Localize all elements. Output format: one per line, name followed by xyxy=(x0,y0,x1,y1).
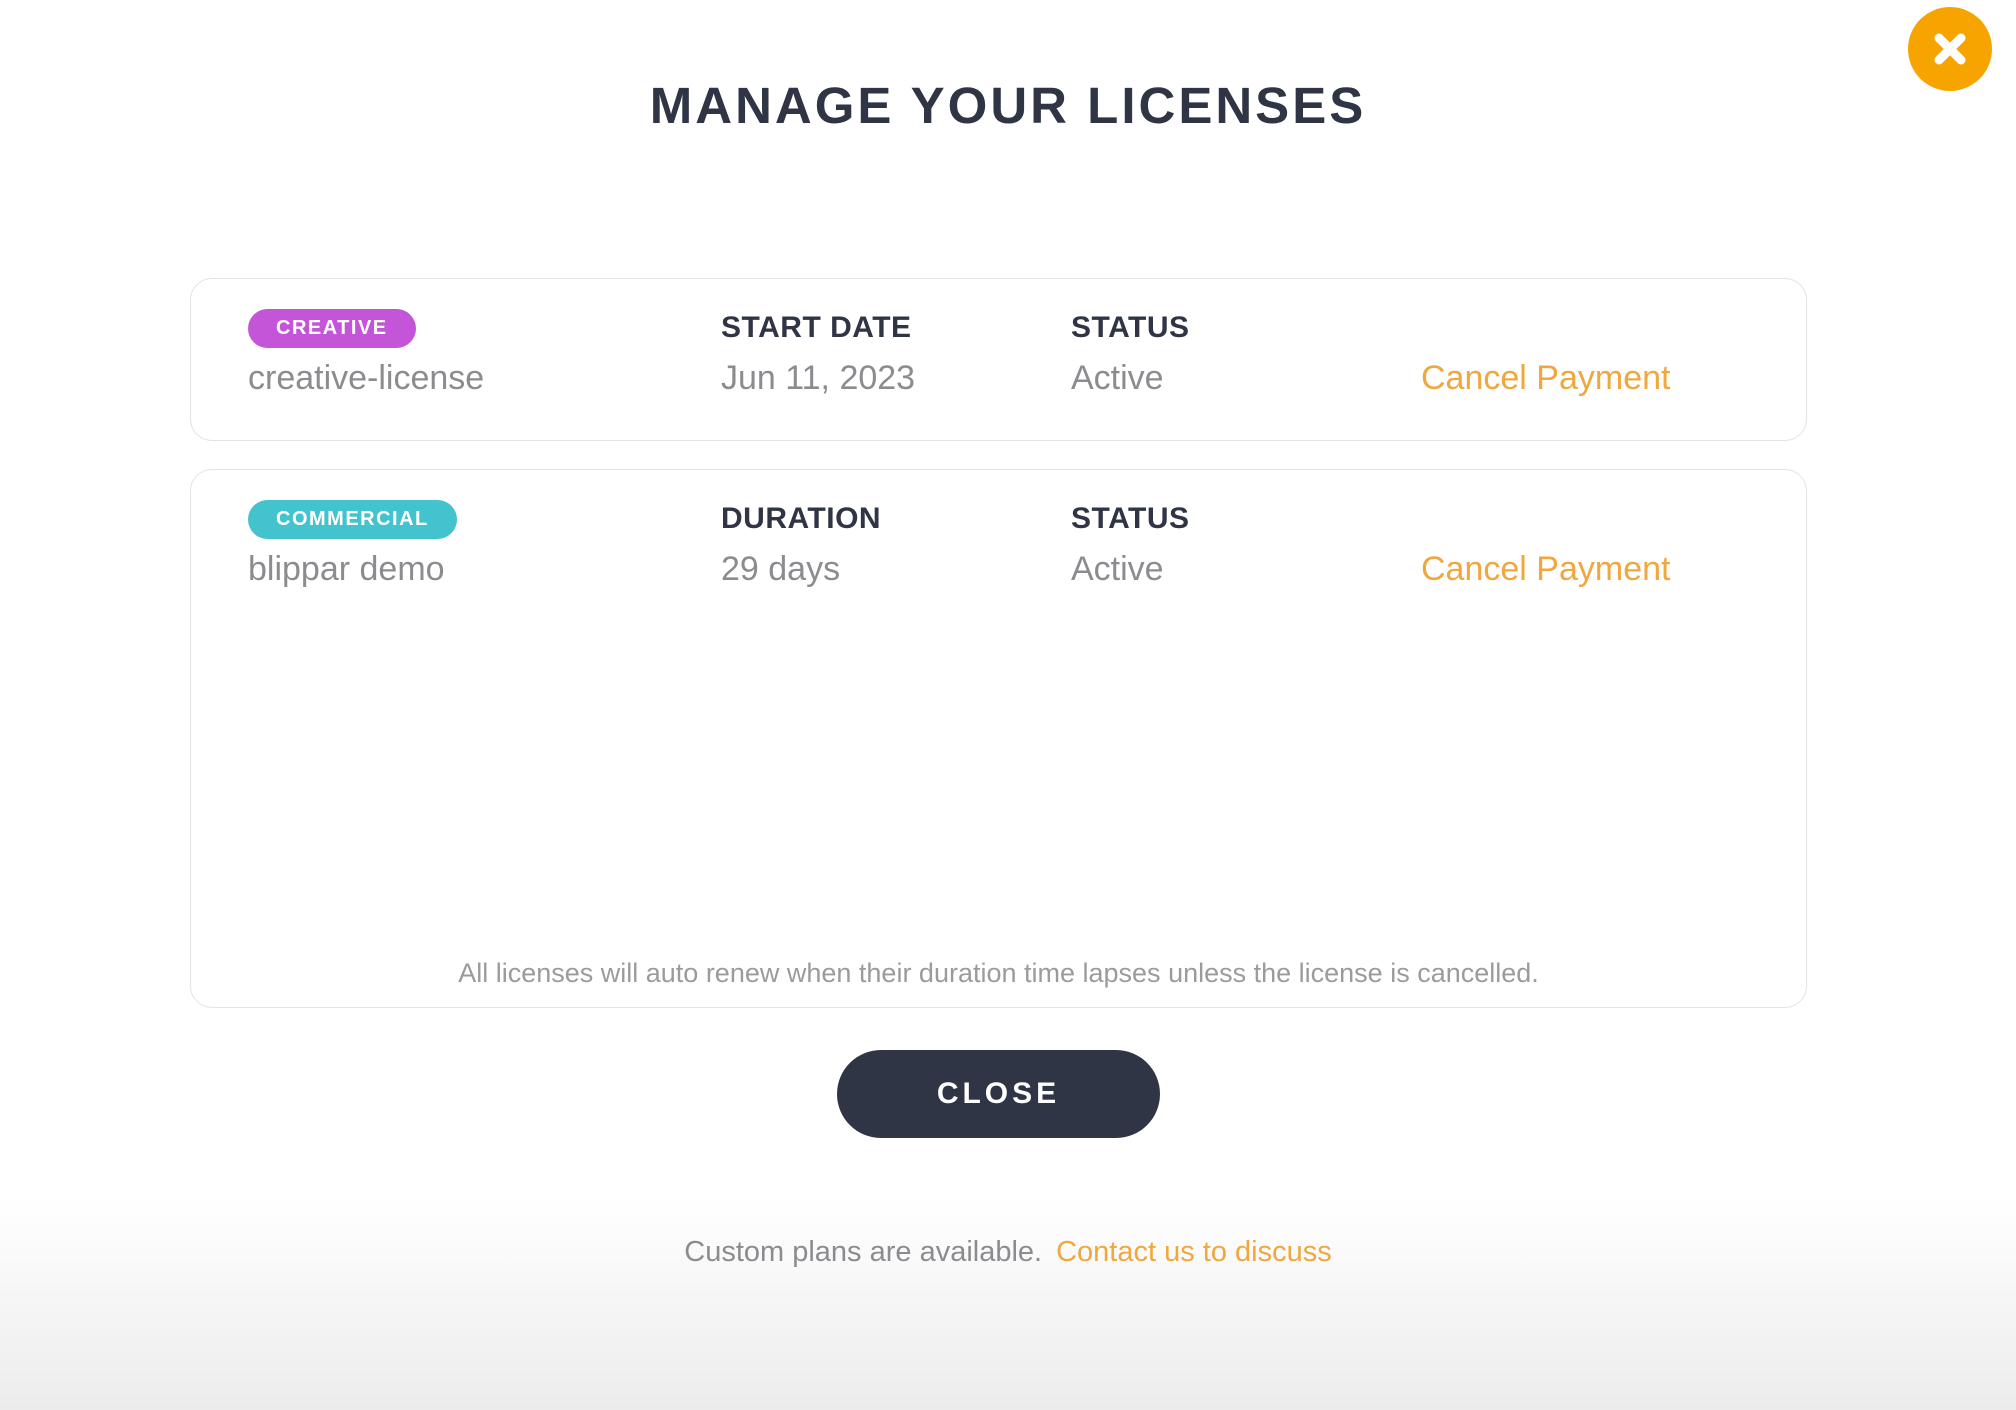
status-label: STATUS xyxy=(1071,502,1190,536)
duration-label: DURATION xyxy=(721,502,881,536)
manage-licenses-modal: MANAGE YOUR LICENSES CREATIVE START DATE… xyxy=(0,0,2016,1410)
status-value: Active xyxy=(1071,550,1421,589)
license-name: creative-license xyxy=(248,359,721,398)
license-type-badge: CREATIVE xyxy=(248,309,416,348)
cancel-payment-link[interactable]: Cancel Payment xyxy=(1421,359,1749,398)
close-button[interactable]: CLOSE xyxy=(837,1050,1160,1138)
custom-plans-text: Custom plans are available. xyxy=(684,1236,1042,1268)
cancel-payment-link[interactable]: Cancel Payment xyxy=(1421,550,1749,589)
footer: Custom plans are available. Contact us to… xyxy=(0,1236,2016,1269)
auto-renew-note: All licenses will auto renew when their … xyxy=(191,958,1806,989)
start-date-value: Jun 11, 2023 xyxy=(721,359,1071,398)
license-card-commercial: COMMERCIAL DURATION STATUS blippar demo … xyxy=(190,469,1807,1008)
contact-us-link[interactable]: Contact us to discuss xyxy=(1056,1236,1332,1268)
license-type-badge: COMMERCIAL xyxy=(248,500,457,539)
status-label: STATUS xyxy=(1071,311,1190,345)
license-card-creative: CREATIVE START DATE STATUS creative-lice… xyxy=(190,278,1807,441)
duration-value: 29 days xyxy=(721,550,1071,589)
modal-title: MANAGE YOUR LICENSES xyxy=(0,76,2016,135)
license-name: blippar demo xyxy=(248,550,721,589)
status-value: Active xyxy=(1071,359,1421,398)
start-date-label: START DATE xyxy=(721,311,912,345)
close-icon xyxy=(1929,28,1971,70)
